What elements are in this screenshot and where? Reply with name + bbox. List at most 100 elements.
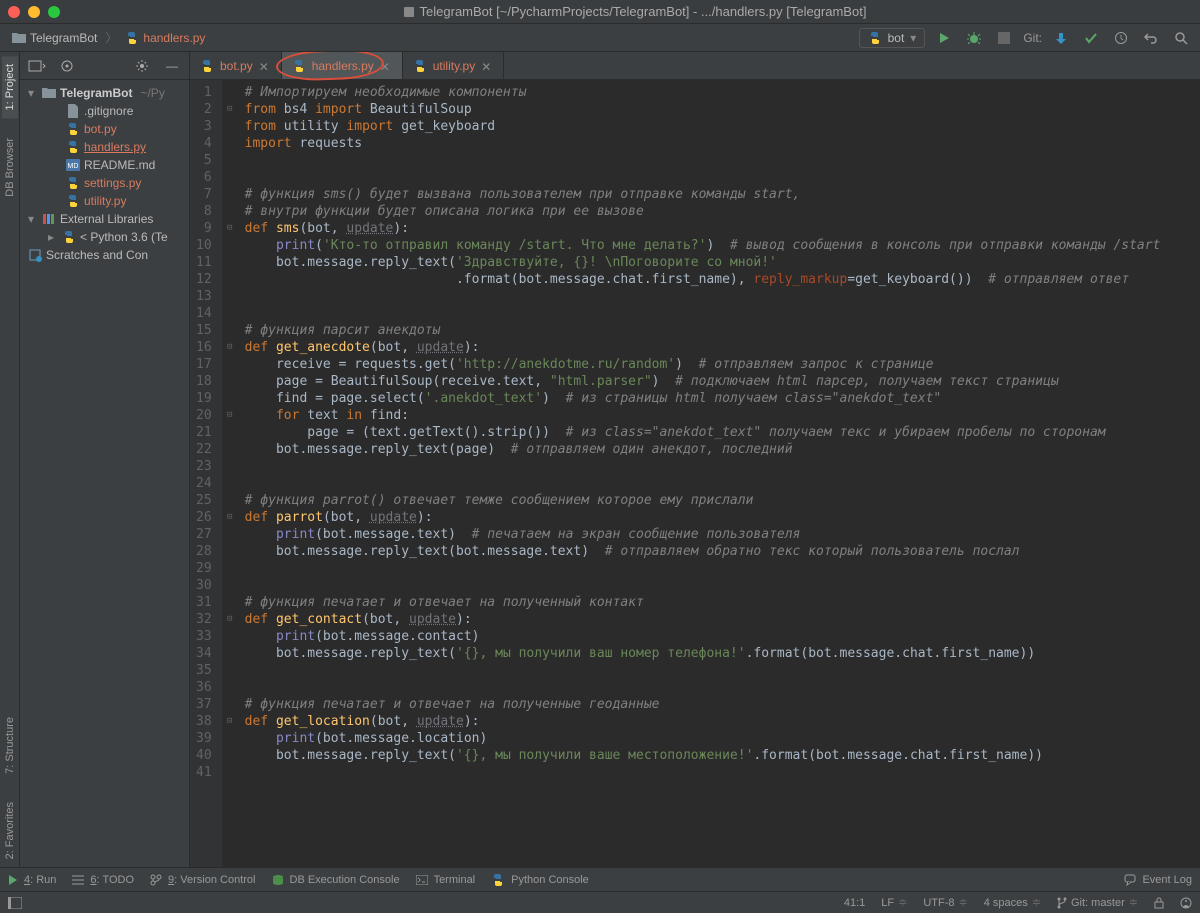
folder-icon [12,31,26,45]
status-encoding[interactable]: UTF-8 ≑ [923,896,967,909]
sidebar-toolbar: — [20,52,189,80]
close-window-button[interactable] [8,6,20,18]
project-view-selector[interactable] [26,55,48,77]
breadcrumb-separator: 〉 [105,29,117,46]
line-number-gutter: 1234567891011121314151617181920212223242… [190,80,223,867]
tool-todo[interactable]: 6: TODO [72,874,134,886]
close-tab-icon[interactable]: ✕ [259,60,271,72]
tree-file-label: bot.py [84,122,117,136]
tree-file-label: settings.py [84,176,141,190]
tab-label: utility.py [433,59,475,73]
status-bar: 41:1 LF ≑ UTF-8 ≑ 4 spaces ≑ Git: master… [0,891,1200,913]
tree-external-libraries[interactable]: ▾ External Libraries [20,210,189,228]
debug-button[interactable] [963,27,985,49]
status-git-branch[interactable]: Git: master ≑ [1057,896,1138,909]
library-icon [42,212,56,226]
search-everywhere-button[interactable] [1170,27,1192,49]
database-icon [272,874,284,886]
tool-run[interactable]: 4: Run [8,874,56,886]
tree-root-label: TelegramBot [60,86,132,100]
tree-file-gitignore[interactable]: .gitignore [20,102,189,120]
scratches-icon [28,248,42,262]
status-lock-icon[interactable] [1154,897,1164,909]
collapse-button[interactable]: — [161,55,183,77]
tool-tab-structure[interactable]: 7: Structure [2,709,18,782]
maximize-window-button[interactable] [48,6,60,18]
settings-button[interactable] [131,55,153,77]
tree-file-utility[interactable]: utility.py [20,192,189,210]
tree-root-path: ~/Py [140,86,164,100]
tool-label: Python Console [511,874,589,886]
tree-file-label: handlers.py [84,140,146,154]
run-configuration-selector[interactable]: bot ▾ [859,28,926,48]
status-toggle-tools[interactable] [8,897,22,909]
navigation-bar: TelegramBot 〉 handlers.py bot ▾ [0,24,1200,52]
tree-file-handlers[interactable]: handlers.py [20,138,189,156]
project-tree: ▾ TelegramBot ~/Py .gitignore bot.py han… [20,80,189,867]
tool-tab-favorites[interactable]: 2: Favorites [2,794,18,867]
tool-version-control[interactable]: 9: Version Control [150,874,255,886]
stop-button[interactable] [993,27,1015,49]
tab-label: handlers.py [312,59,374,73]
python-file-icon [66,140,80,154]
minimize-window-button[interactable] [28,6,40,18]
git-commit-button[interactable] [1080,27,1102,49]
tool-terminal[interactable]: Terminal [416,874,476,886]
tool-python-console[interactable]: Python Console [491,873,589,887]
tool-label: Event Log [1142,874,1192,886]
markdown-file-icon: MD [66,158,80,172]
tree-file-bot[interactable]: bot.py [20,120,189,138]
close-tab-icon[interactable]: ✕ [380,60,392,72]
editor-tab-utility[interactable]: utility.py ✕ [403,52,504,79]
python-file-icon [66,176,80,190]
tree-file-settings[interactable]: settings.py [20,174,189,192]
git-label: Git: [1023,31,1042,45]
git-update-button[interactable] [1050,27,1072,49]
tree-root[interactable]: ▾ TelegramBot ~/Py [20,84,189,102]
bottom-tool-bar: 4: Run 6: TODO 9: Version Control DB Exe… [0,867,1200,891]
tool-db-console[interactable]: DB Execution Console [272,874,400,886]
tool-event-log[interactable]: Event Log [1124,874,1192,886]
close-tab-icon[interactable]: ✕ [481,60,493,72]
tool-tab-db-browser[interactable]: DB Browser [2,130,18,205]
branch-icon [1057,897,1067,909]
git-revert-button[interactable] [1140,27,1162,49]
run-config-label: bot [888,31,905,45]
window-controls [8,6,60,18]
breadcrumb-file[interactable]: handlers.py [121,29,209,47]
editor-tab-handlers[interactable]: handlers.py ✕ [282,52,403,79]
svg-text:MD: MD [68,163,79,170]
breadcrumb-project[interactable]: TelegramBot [8,29,101,47]
git-history-button[interactable] [1110,27,1132,49]
tree-external-label: External Libraries [60,212,153,226]
code-editor[interactable]: 1234567891011121314151617181920212223242… [190,80,1200,867]
fold-gutter: ⊟⊟⊟⊟⊟⊟⊟ [223,80,237,867]
chevron-right-icon: ▸ [48,230,58,244]
branch-icon [150,874,162,886]
tool-tab-project[interactable]: 1: Project [2,56,18,118]
python-file-icon [292,59,306,73]
editor-area: bot.py ✕ handlers.py ✕ utility.py ✕ 1234… [190,52,1200,867]
tree-python-sdk[interactable]: ▸ < Python 3.6 (Te [20,228,189,246]
tree-file-label: .gitignore [84,104,133,118]
tool-label: Terminal [434,874,476,886]
tree-scratches[interactable]: Scratches and Con [20,246,189,264]
run-button[interactable] [933,27,955,49]
left-tool-strip: 1: Project DB Browser 7: Structure 2: Fa… [0,52,20,867]
python-file-icon [413,59,427,73]
status-indent[interactable]: 4 spaces ≑ [984,896,1041,909]
python-file-icon [66,122,80,136]
code-content[interactable]: # Импортируем необходимые компонентыfrom… [237,80,1200,867]
status-line-separator[interactable]: LF ≑ [881,896,907,909]
python-file-icon [66,194,80,208]
status-inspector-icon[interactable] [1180,897,1192,909]
play-icon [8,875,18,885]
chevron-down-icon: ▾ [28,86,38,100]
editor-tab-bot[interactable]: bot.py ✕ [190,52,282,79]
scroll-to-source-button[interactable] [56,55,78,77]
tree-file-readme[interactable]: MD README.md [20,156,189,174]
breadcrumb-project-label: TelegramBot [30,31,97,45]
project-sidebar: — ▾ TelegramBot ~/Py .gitignore bot.py [20,52,190,867]
status-caret-position[interactable]: 41:1 [844,897,865,909]
chevron-down-icon: ▾ [910,31,916,45]
